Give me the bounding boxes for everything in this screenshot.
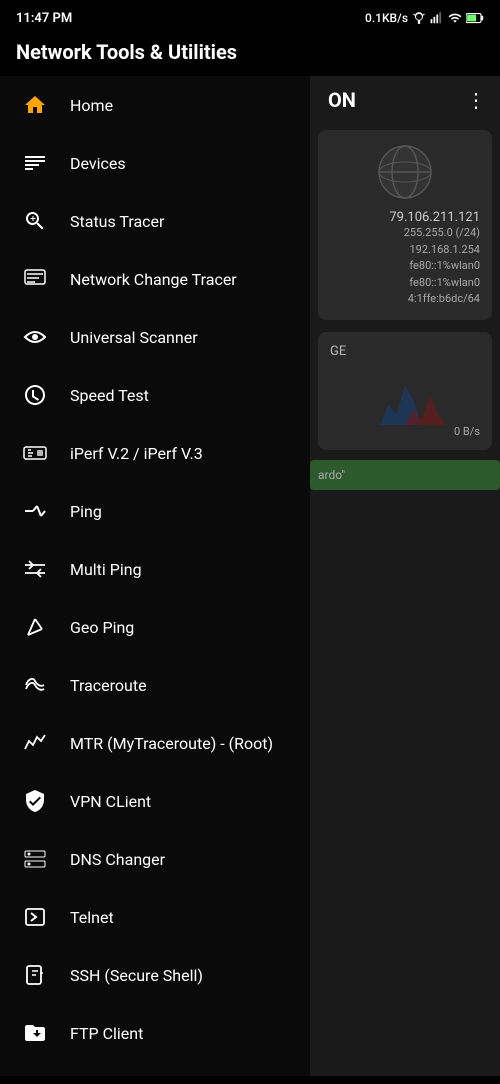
- sidebar-item-telnet[interactable]: Telnet: [0, 888, 310, 946]
- more-options-button[interactable]: ⋮: [462, 84, 490, 116]
- globe-icon: [375, 142, 435, 202]
- network-info: 255.255.0 (/24) 192.168.1.254 fe80::1%wl…: [330, 225, 480, 308]
- ssid-card: ardo": [310, 460, 500, 490]
- sidebar-item-status-tracer[interactable]: Status Tracer: [0, 192, 310, 250]
- sidebar-item-label: Universal Scanner: [70, 328, 198, 347]
- sidebar-item-devices[interactable]: Devices: [0, 134, 310, 192]
- navigation-drawer: Home Devices Status Tracer Network Chang…: [0, 76, 310, 1076]
- sidebar-item-ssh[interactable]: SSH (Secure Shell): [0, 946, 310, 1004]
- telnet-icon: [20, 905, 50, 929]
- globe-icon-container: [330, 142, 480, 202]
- sidebar-item-multi-ping[interactable]: Multi Ping: [0, 540, 310, 598]
- alarm-icon: [412, 11, 426, 25]
- sidebar-item-iperf[interactable]: iPerf V.2 / iPerf V.3: [0, 424, 310, 482]
- sidebar-item-label: Traceroute: [70, 676, 147, 695]
- ping-icon: [20, 499, 50, 523]
- speed-indicator: 0.1KB/s: [365, 11, 408, 25]
- sidebar-item-label: MTR (MyTraceroute) - (Root): [70, 734, 273, 753]
- sidebar-item-network-change-tracer[interactable]: Network Change Tracer: [0, 250, 310, 308]
- vpn-client-icon: [20, 789, 50, 813]
- multi-ping-icon: [20, 557, 50, 581]
- status-time: 11:47 PM: [16, 11, 72, 26]
- battery-icon: [466, 11, 484, 25]
- sidebar-item-label: Ping: [70, 502, 102, 521]
- iperf-icon: [20, 441, 50, 465]
- sidebar-item-home[interactable]: Home: [0, 76, 310, 134]
- universal-scanner-icon: [20, 325, 50, 349]
- mtr-icon: [20, 731, 50, 755]
- ipv6-3: 4:1ffe:b6dc/64: [330, 291, 480, 308]
- sidebar-item-label: Devices: [70, 154, 126, 173]
- ip-card: 79.106.211.121 255.255.0 (/24) 192.168.1…: [318, 130, 492, 320]
- sidebar-item-label: Home: [70, 96, 113, 115]
- bandwidth-chart: [330, 365, 480, 425]
- dns-changer-icon: [20, 847, 50, 871]
- signal-icon: [430, 11, 444, 25]
- network-change-tracer-icon: [20, 267, 50, 291]
- sidebar-item-label: iPerf V.2 / iPerf V.3: [70, 444, 203, 463]
- home-icon: [20, 93, 50, 117]
- status-tracer-icon: [20, 209, 50, 233]
- ssid-value: ardo": [318, 468, 492, 482]
- sidebar-item-ftp-client[interactable]: FTP Client: [0, 1004, 310, 1062]
- bandwidth-card: GE 0 B/s: [318, 332, 492, 450]
- ipv6-2: fe80::1%wlan0: [330, 275, 480, 292]
- sidebar-item-speed-test[interactable]: Speed Test: [0, 366, 310, 424]
- ip-address: 79.106.211.121: [330, 210, 480, 225]
- sidebar-item-label: FTP Client: [70, 1024, 143, 1043]
- sidebar-item-label: Multi Ping: [70, 560, 142, 579]
- sidebar-item-traceroute[interactable]: Traceroute: [0, 656, 310, 714]
- main-layout: Home Devices Status Tracer Network Chang…: [0, 76, 500, 1076]
- traceroute-icon: [20, 673, 50, 697]
- subnet-mask: 255.255.0 (/24): [330, 225, 480, 242]
- sidebar-item-universal-scanner[interactable]: Universal Scanner: [0, 308, 310, 366]
- connection-status: ON: [320, 88, 462, 112]
- app-header: Network Tools & Utilities: [0, 32, 500, 76]
- sidebar-item-mtr[interactable]: MTR (MyTraceroute) - (Root): [0, 714, 310, 772]
- status-icons: 0.1KB/s: [365, 11, 484, 25]
- sidebar-item-label: Network Change Tracer: [70, 270, 237, 289]
- bandwidth-label: GE: [330, 344, 480, 359]
- right-header: ON ⋮: [310, 76, 500, 124]
- status-bar: 11:47 PM 0.1KB/s: [0, 0, 500, 32]
- app-title: Network Tools & Utilities: [16, 40, 237, 64]
- bandwidth-speed: 0 B/s: [330, 425, 480, 438]
- devices-icon: [20, 151, 50, 175]
- sidebar-item-label: VPN CLient: [70, 792, 151, 811]
- sidebar-item-dns-changer[interactable]: DNS Changer: [0, 830, 310, 888]
- ssh-icon: [20, 963, 50, 987]
- ftp-client-icon: [20, 1021, 50, 1045]
- sidebar-item-label: DNS Changer: [70, 850, 165, 869]
- speed-test-icon: [20, 383, 50, 407]
- wifi-icon: [448, 11, 462, 25]
- sidebar-item-label: Telnet: [70, 908, 114, 927]
- gateway: 192.168.1.254: [330, 242, 480, 259]
- right-panel: ON ⋮ 79.106.211.121 255.255.0 (/24) 192.…: [310, 76, 500, 1076]
- sidebar-item-ping[interactable]: Ping: [0, 482, 310, 540]
- ipv6-1: fe80::1%wlan0: [330, 258, 480, 275]
- sidebar-item-label: Geo Ping: [70, 618, 134, 637]
- sidebar-item-label: SSH (Secure Shell): [70, 966, 203, 985]
- sidebar-item-geo-ping[interactable]: Geo Ping: [0, 598, 310, 656]
- sidebar-item-label: Speed Test: [70, 386, 149, 405]
- geo-ping-icon: [20, 615, 50, 639]
- sidebar-item-vpn-client[interactable]: VPN CLient: [0, 772, 310, 830]
- sidebar-item-label: Status Tracer: [70, 212, 164, 231]
